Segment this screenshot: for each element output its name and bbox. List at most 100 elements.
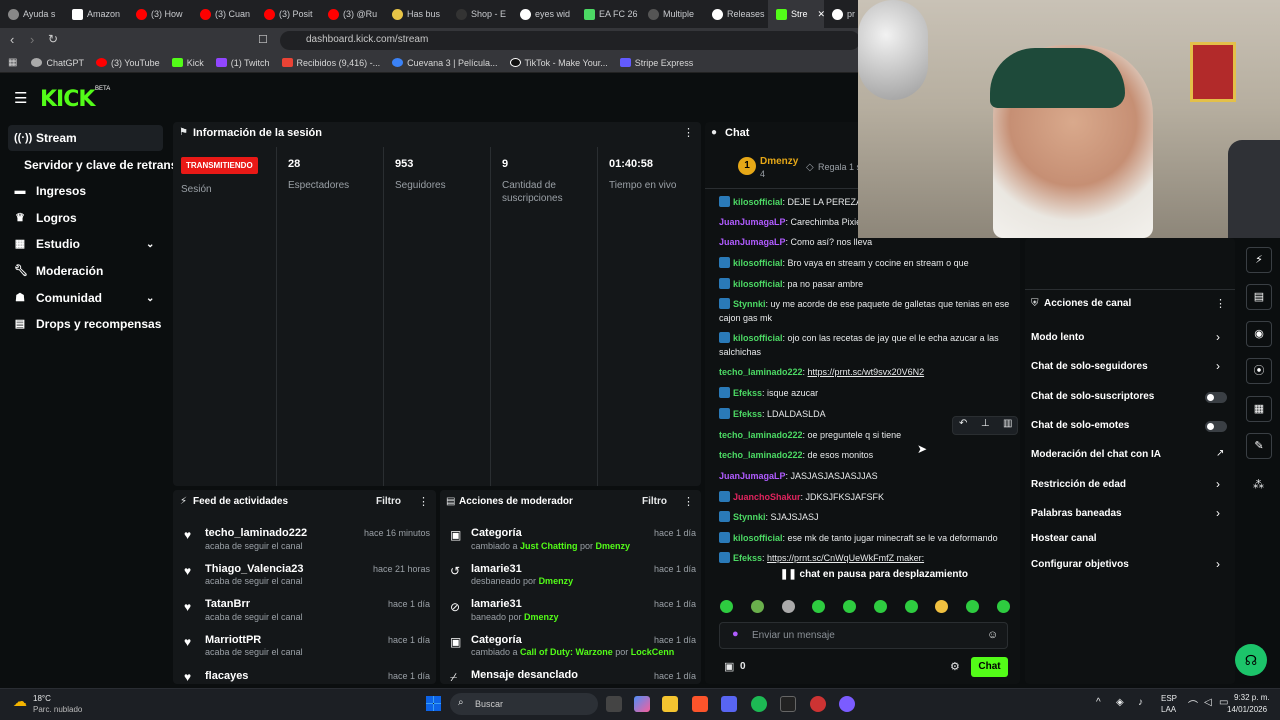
browser-tab[interactable]: Shop - E bbox=[448, 0, 512, 28]
chat-username[interactable]: Efekss bbox=[733, 553, 762, 563]
file-explorer-icon[interactable] bbox=[662, 696, 678, 712]
channel-action-6[interactable]: Palabras baneadas bbox=[1031, 508, 1122, 519]
browser-tab[interactable]: (3) How bbox=[128, 0, 192, 28]
feed-item-name[interactable]: Thiago_Valencia23 bbox=[205, 563, 303, 575]
forward-icon[interactable]: › bbox=[30, 32, 34, 47]
mod-item-name[interactable]: lamarie31 bbox=[471, 598, 522, 610]
browser-tab[interactable]: EA FC 26 bbox=[576, 0, 640, 28]
copilot-icon[interactable] bbox=[634, 696, 650, 712]
emote-icon[interactable] bbox=[843, 600, 857, 613]
browser-tab[interactable]: eyes wid bbox=[512, 0, 576, 28]
chevron-right-icon[interactable]: › bbox=[1216, 330, 1220, 344]
url-input[interactable]: dashboard.kick.com/stream bbox=[280, 31, 860, 50]
feed-item-name[interactable]: MarriottPR bbox=[205, 634, 261, 646]
task-view-icon[interactable] bbox=[606, 696, 622, 712]
audio-app-icon[interactable] bbox=[780, 696, 796, 712]
channel-action-7[interactable]: Hostear canal bbox=[1031, 533, 1097, 544]
weather-desc[interactable]: Parc. nublado bbox=[33, 705, 82, 714]
bookmark-gmail[interactable]: Recibidos (9,416) -... bbox=[281, 58, 380, 68]
bookmark-kick[interactable]: Kick bbox=[171, 58, 204, 68]
chat-username[interactable]: Efekss bbox=[733, 409, 762, 419]
chat-username[interactable]: kilosofficial bbox=[733, 197, 783, 207]
browser-tab[interactable]: Amazon bbox=[64, 0, 128, 28]
emote-icon[interactable] bbox=[996, 600, 1010, 613]
feed-item-name[interactable]: techo_laminado222 bbox=[205, 527, 307, 539]
browser-tab[interactable]: Has bus bbox=[384, 0, 448, 28]
top-gifter-name[interactable]: Dmenzy bbox=[760, 156, 798, 167]
chevron-right-icon[interactable]: › bbox=[1216, 557, 1220, 571]
sidebar-item-ingresos[interactable]: ▬ Ingresos bbox=[8, 178, 163, 204]
bookmark-cuevana[interactable]: Cuevana 3 | Película... bbox=[392, 58, 498, 68]
kick-logo[interactable]: KICK bbox=[40, 87, 95, 112]
pin-icon[interactable]: ⊥ bbox=[981, 418, 990, 429]
bookmark-chatgpt[interactable]: ChatGPT bbox=[31, 58, 84, 68]
sidebar-item-logros[interactable]: ♛ Logros bbox=[8, 205, 163, 231]
chevron-right-icon[interactable]: › bbox=[1216, 477, 1220, 491]
toggle-switch[interactable] bbox=[1205, 392, 1227, 403]
chevron-right-icon[interactable]: › bbox=[1216, 506, 1220, 520]
sidebar-item-stream[interactable]: ((·)) Stream bbox=[8, 125, 163, 151]
browser-tab[interactable]: Ayuda s bbox=[0, 0, 64, 28]
bookmark-youtube[interactable]: (3) YouTube bbox=[95, 58, 160, 68]
chat-username[interactable]: kilosofficial bbox=[733, 279, 783, 289]
apps-icon[interactable]: ⁂ bbox=[1253, 478, 1264, 491]
chat-username[interactable]: JuanJumagaLP bbox=[719, 217, 786, 227]
channel-action-3[interactable]: Chat de solo-emotes bbox=[1031, 420, 1129, 431]
discord-icon[interactable] bbox=[721, 696, 737, 712]
send-chat-button[interactable]: Chat bbox=[971, 657, 1008, 677]
channel-action-1[interactable]: Chat de solo-seguidores bbox=[1031, 361, 1148, 372]
back-icon[interactable]: ‹ bbox=[10, 32, 14, 47]
chat-username[interactable]: Stynnki bbox=[733, 299, 766, 309]
chevron-up-icon[interactable]: ^ bbox=[1096, 697, 1101, 708]
gift-sub-text[interactable]: Regala 1 su bbox=[818, 162, 858, 172]
emote-icon[interactable] bbox=[904, 600, 918, 613]
wifi-icon[interactable]: ⌒ bbox=[1188, 697, 1198, 712]
more-icon[interactable]: ⋮ bbox=[1215, 297, 1226, 310]
chat-username[interactable]: kilosofficial bbox=[733, 333, 783, 343]
chevron-right-icon[interactable]: › bbox=[1216, 359, 1220, 373]
clock-time[interactable]: 9:32 p. m. bbox=[1234, 693, 1270, 702]
emote-icon[interactable] bbox=[966, 600, 980, 613]
emoji-icon[interactable]: ☺ bbox=[987, 629, 998, 641]
wrench-icon[interactable]: ✎ bbox=[1246, 433, 1272, 459]
bookmark-tiktok[interactable]: TikTok - Make Your... bbox=[509, 58, 608, 68]
sidebar-item-drops[interactable]: ▤ Drops y recompensas bbox=[8, 311, 163, 337]
bookmark-icon[interactable]: ☐ bbox=[258, 33, 268, 46]
mic-icon[interactable]: ♪ bbox=[1138, 697, 1143, 708]
mod-filter-button[interactable]: Filtro bbox=[642, 496, 667, 507]
more-icon[interactable]: ⋮ bbox=[683, 126, 694, 139]
emote-icon[interactable] bbox=[720, 600, 733, 613]
more-icon[interactable]: ⋮ bbox=[683, 495, 694, 508]
spotify-icon[interactable] bbox=[751, 696, 767, 712]
feed-item-name[interactable]: TatanBrr bbox=[205, 598, 250, 610]
reload-icon[interactable]: ↻ bbox=[48, 32, 58, 46]
feed-item-name[interactable]: flacayes bbox=[205, 670, 248, 682]
broadcast-icon[interactable]: ⦿ bbox=[1246, 358, 1272, 384]
sidebar-item-comunidad[interactable]: ☗ Comunidad ⌄ bbox=[8, 285, 163, 311]
notes-icon[interactable]: ▤ bbox=[1246, 284, 1272, 310]
emote-icon[interactable] bbox=[873, 600, 887, 613]
chat-username[interactable]: techo_laminado222 bbox=[719, 450, 803, 460]
chat-username[interactable]: JuanJumagaLP bbox=[719, 471, 786, 481]
chat-paused-banner[interactable]: ❚❚ chat en pausa para desplazamiento bbox=[776, 568, 972, 581]
channel-action-8[interactable]: Configurar objetivos bbox=[1031, 559, 1129, 570]
sidebar-item-moderacion[interactable]: 🔧︎ Moderación bbox=[8, 258, 163, 284]
weather-icon[interactable]: ☁ bbox=[13, 693, 27, 710]
browser-tab[interactable]: Releases bbox=[704, 0, 768, 28]
emote-icon[interactable] bbox=[781, 600, 795, 613]
reply-icon[interactable]: ↶ bbox=[959, 418, 967, 429]
chat-username[interactable]: kilosofficial bbox=[733, 533, 783, 543]
toggle-switch[interactable] bbox=[1205, 421, 1227, 432]
clock-date[interactable]: 14/01/2026 bbox=[1227, 705, 1267, 714]
taskbar-search[interactable] bbox=[450, 693, 598, 715]
browser-tab-active[interactable]: Stre ✕ bbox=[768, 0, 824, 28]
weather-temp[interactable]: 18°C bbox=[33, 694, 51, 703]
support-icon[interactable]: ☊ bbox=[1235, 644, 1267, 676]
more-icon[interactable]: ⋮ bbox=[418, 495, 429, 508]
chat-bubble-icon[interactable]: ◉ bbox=[1246, 321, 1272, 347]
mod-item-name[interactable]: lamarie31 bbox=[471, 563, 522, 575]
browser-tab[interactable]: (3) Cuan bbox=[192, 0, 256, 28]
chat-link[interactable]: https://prnt.sc/CnWqUeWkFmfZ maker: bbox=[767, 553, 924, 563]
external-link-icon[interactable]: ↗ bbox=[1216, 448, 1224, 459]
channel-action-2[interactable]: Chat de solo-suscriptores bbox=[1031, 391, 1154, 402]
